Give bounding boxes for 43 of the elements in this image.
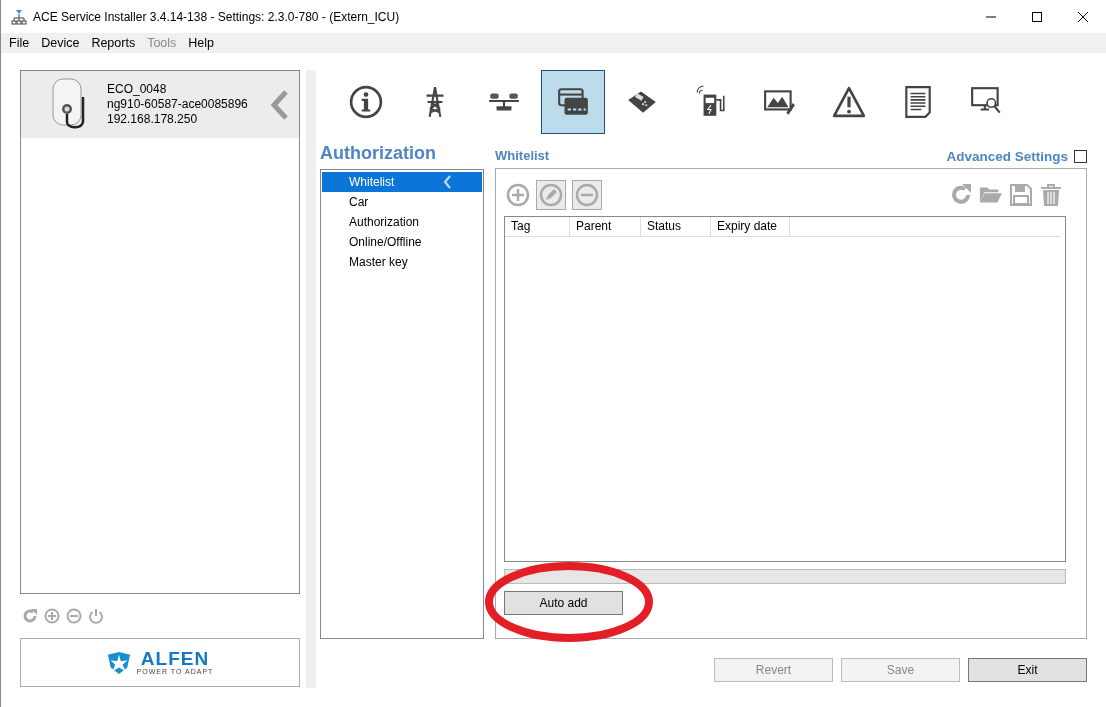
auto-add-button[interactable]: Auto add	[504, 591, 623, 615]
sub-menu-item[interactable]: Car	[322, 192, 482, 212]
chevron-left-icon[interactable]	[269, 88, 289, 121]
device-ip: 192.168.178.250	[107, 112, 199, 127]
network-app-icon	[11, 8, 27, 25]
advanced-settings-checkbox[interactable]	[1074, 150, 1087, 163]
category-tab[interactable]	[541, 70, 605, 134]
menu-item[interactable]: Device	[35, 36, 86, 50]
power-icon[interactable]	[88, 608, 104, 624]
column-header[interactable]: Parent	[570, 217, 641, 236]
refresh-icon[interactable]	[22, 608, 38, 624]
logo-wordmark: ALFEN	[140, 649, 210, 668]
add-icon[interactable]	[506, 183, 530, 207]
window-title: ACE Service Installer 3.4.14-138 - Settings: 2.3.0-780 - (Extern_ICU)	[33, 9, 400, 24]
column-header[interactable]: Status	[641, 217, 711, 236]
close-icon[interactable]	[1078, 11, 1088, 22]
panel-title: Whitelist	[495, 148, 550, 165]
device-card[interactable]: ECO_0048 ng910-60587-ace0085896 192.168.178.250	[21, 71, 299, 138]
shield-star-logo-icon	[106, 650, 131, 675]
column-header[interactable]: Tag	[505, 217, 570, 236]
refresh-icon[interactable]	[949, 183, 973, 207]
menu-item[interactable]: Reports	[85, 36, 142, 50]
column-header[interactable]: Expiry date	[711, 217, 790, 236]
add-icon[interactable]	[44, 608, 60, 624]
warning-icon	[832, 85, 866, 119]
info-icon	[349, 85, 383, 119]
save-icon[interactable]	[1009, 183, 1033, 207]
sub-menu-item[interactable]: Whitelist	[322, 172, 482, 192]
sub-menu-item[interactable]: Authorization	[322, 212, 482, 232]
chevron-left-icon	[442, 174, 452, 190]
charging-station-icon	[694, 85, 728, 119]
remove-icon[interactable]	[66, 608, 82, 624]
maximize-icon[interactable]	[1032, 11, 1042, 22]
sub-menu-item[interactable]: Master key	[322, 252, 482, 272]
section-title: Authorization	[320, 142, 437, 165]
menu-item[interactable]: Help	[182, 36, 221, 50]
footer-button[interactable]: Exit	[968, 658, 1087, 682]
sub-menu-item[interactable]: Online/Offline	[322, 232, 482, 252]
advanced-settings-label: Advanced Settings	[946, 149, 1068, 164]
device-name: ECO_0048	[107, 82, 168, 97]
menu-item[interactable]: File	[3, 36, 36, 50]
trash-icon[interactable]	[1039, 183, 1063, 207]
device-serial: ng910-60587-ace0085896	[107, 97, 248, 112]
